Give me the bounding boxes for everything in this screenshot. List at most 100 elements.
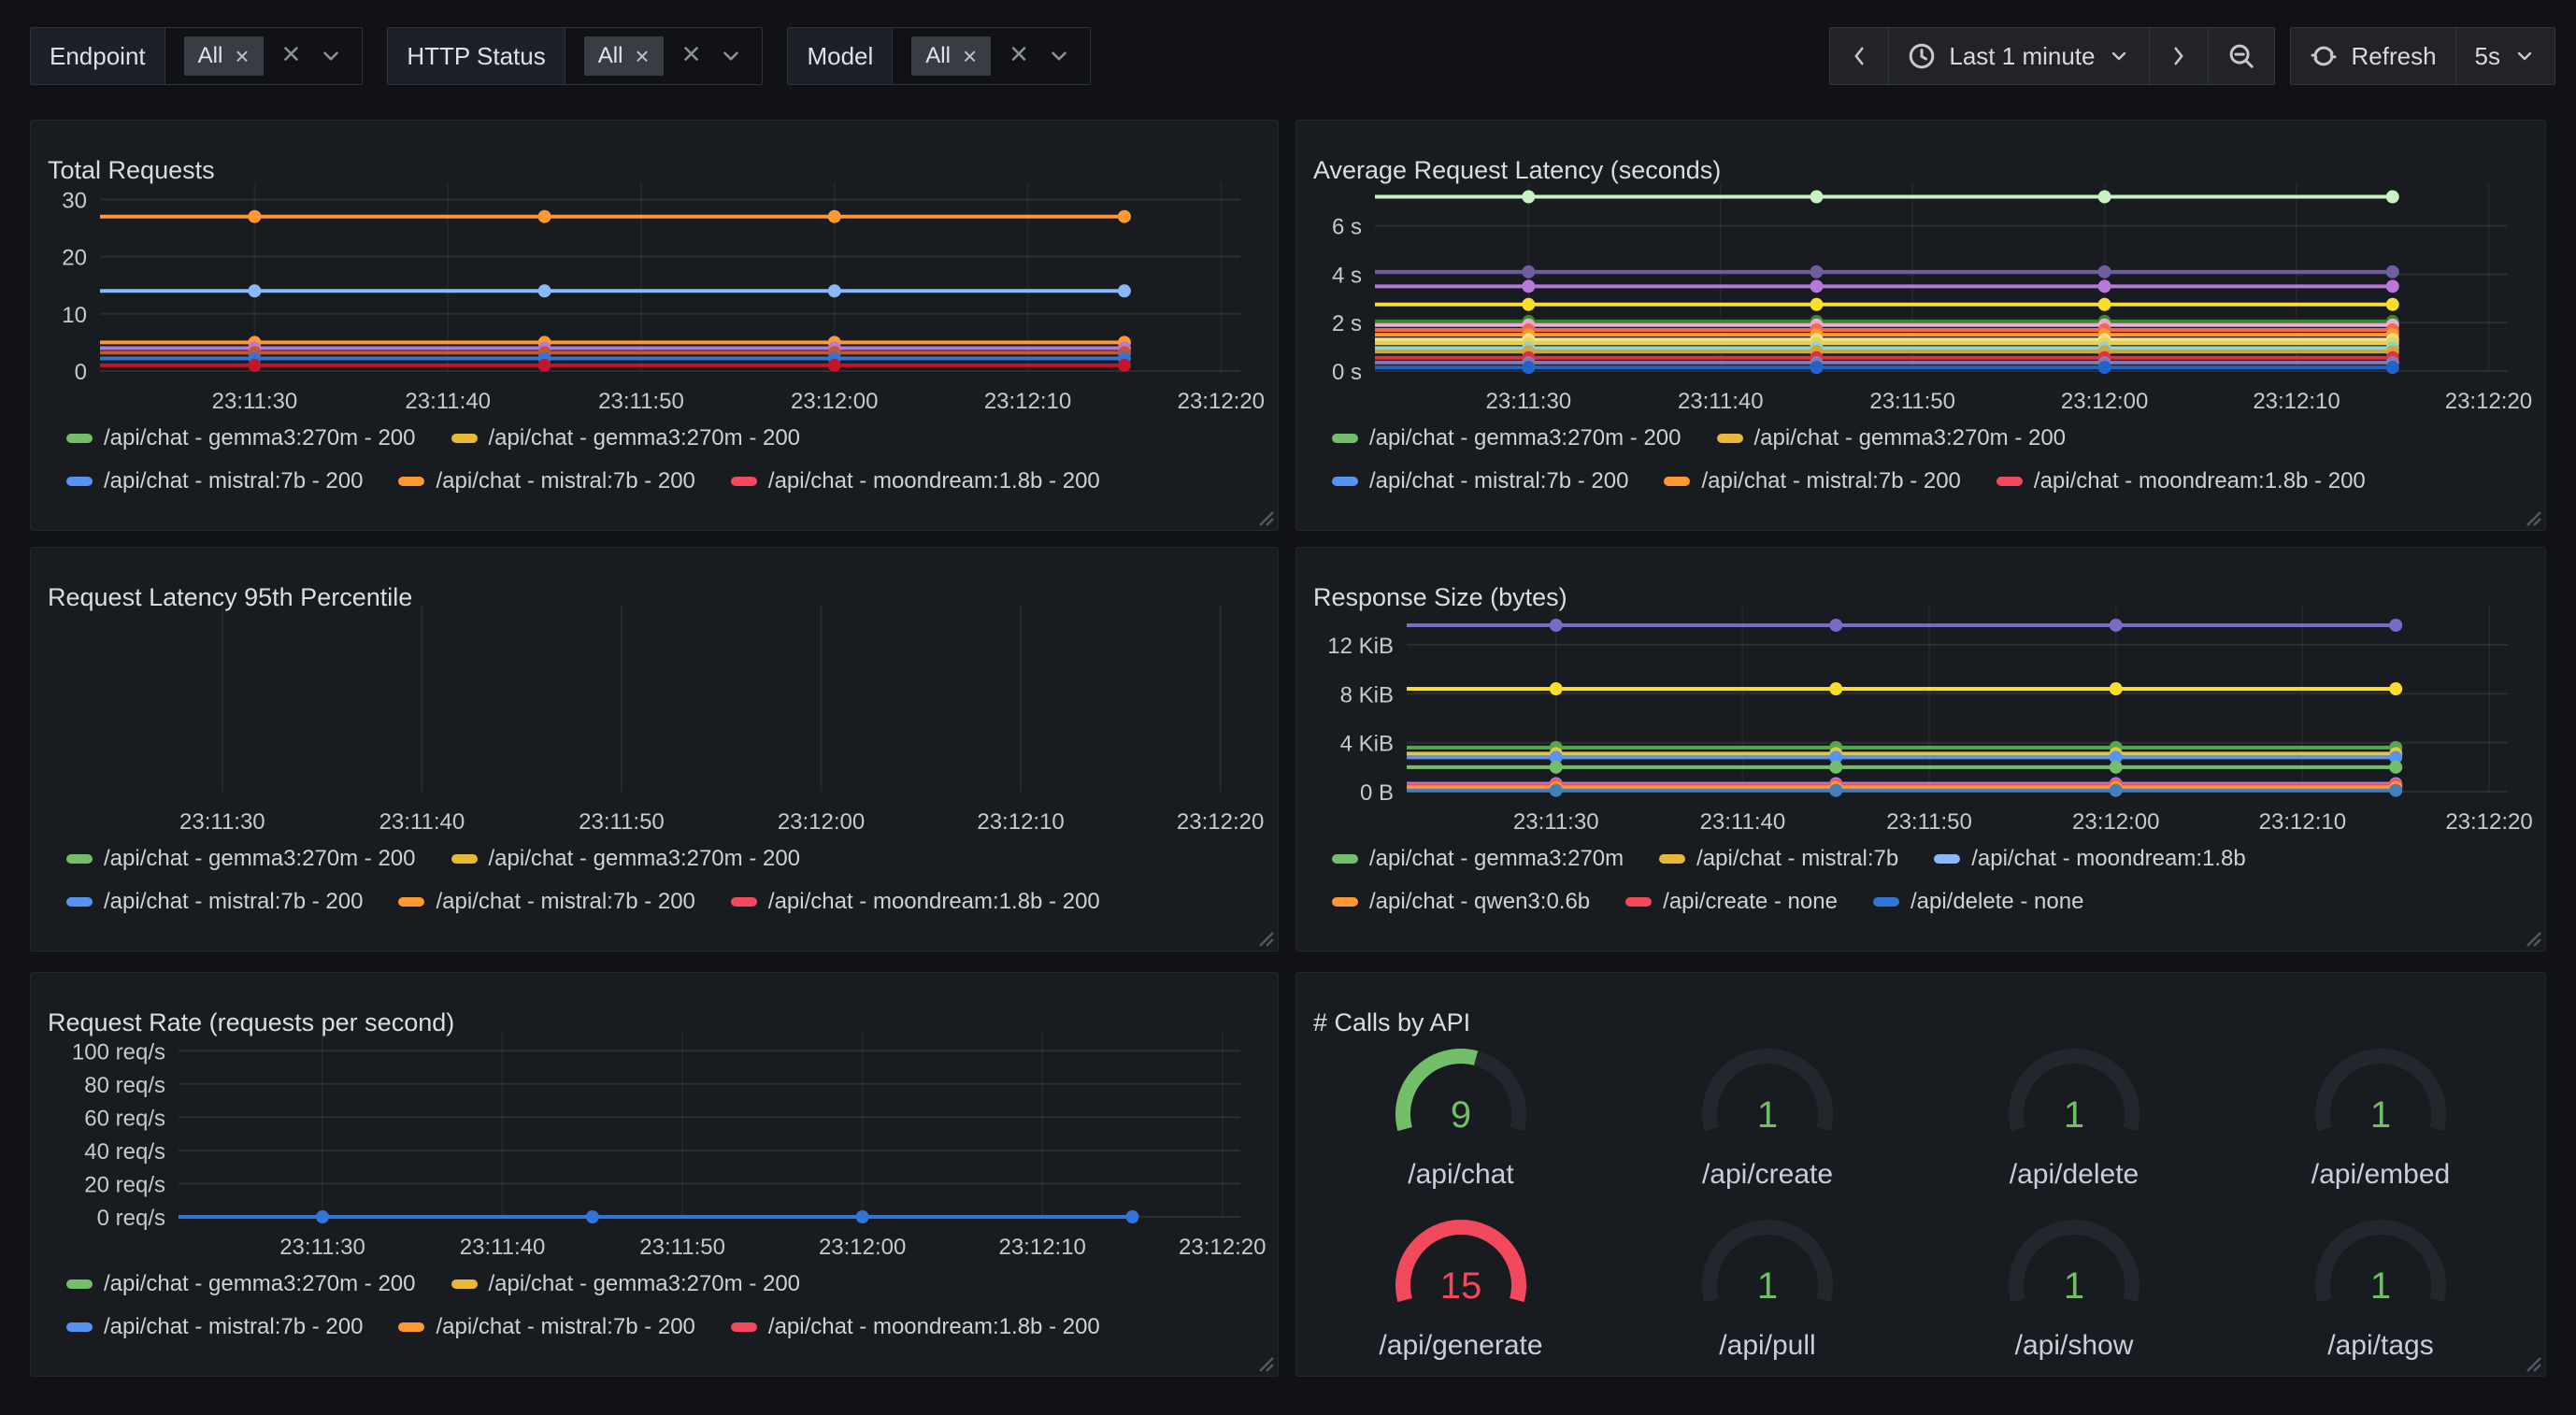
legend-item[interactable]: /api/chat - gemma3:270m [1332, 846, 1624, 872]
y-axis-tick-label: 30 [62, 188, 87, 213]
legend-item[interactable]: /api/chat - mistral:7b - 200 [398, 1314, 694, 1340]
panel-title[interactable]: Response Size (bytes) [1313, 583, 1567, 612]
series-point [1118, 210, 1131, 223]
legend-label: /api/chat - mistral:7b - 200 [1701, 468, 1960, 494]
legend-item[interactable]: /api/chat - moondream:1.8b [1934, 846, 2246, 872]
series-point [2386, 265, 2399, 279]
legend-item[interactable]: /api/chat - gemma3:270m - 200 [1717, 425, 2067, 451]
y-axis-tick-label: 0 req/s [97, 1206, 165, 1231]
legend-label: /api/chat - gemma3:270m - 200 [1369, 425, 1682, 451]
gauge-label: /api/chat [1408, 1159, 1513, 1191]
series-point [1522, 279, 1535, 293]
panel-title[interactable]: Request Latency 95th Percentile [48, 583, 412, 612]
legend-label: /api/chat - moondream:1.8b - 200 [768, 468, 1100, 494]
panel-resize-handle[interactable] [1254, 507, 1275, 527]
legend-item[interactable]: /api/chat - mistral:7b [1659, 846, 1898, 872]
chevron-down-icon[interactable] [719, 44, 743, 68]
panel-resize-handle[interactable] [1254, 927, 1275, 948]
series-point [2389, 682, 2402, 695]
chip-remove-icon[interactable]: × [235, 44, 249, 68]
series-point [2098, 361, 2111, 374]
gauge-arc: 9 [1363, 1030, 1559, 1159]
legend-item[interactable]: /api/chat - gemma3:270m - 200 [451, 1271, 801, 1297]
filter-endpoint-value[interactable]: All × × [165, 28, 363, 84]
legend-label: /api/chat - mistral:7b - 200 [1369, 468, 1628, 494]
filter-clear-icon[interactable]: × [682, 38, 701, 74]
panel-title[interactable]: Total Requests [48, 156, 215, 185]
panel-resize-handle[interactable] [2522, 507, 2542, 527]
legend-swatch [731, 897, 757, 907]
legend-item[interactable]: /api/chat - moondream:1.8b - 200 [731, 1314, 1100, 1340]
gauge-arc: 1 [1669, 1201, 1866, 1330]
x-axis-tick-label: 23:11:50 [579, 809, 665, 835]
gauge-api-show: 1/api/show [1921, 1196, 2227, 1367]
legend-label: /api/chat - moondream:1.8b - 200 [768, 1314, 1100, 1340]
legend-item[interactable]: /api/chat - mistral:7b - 200 [398, 889, 694, 915]
y-axis-tick-label: 0 B [1360, 780, 1394, 806]
legend-swatch [66, 1279, 93, 1289]
gauge-value: 9 [1451, 1094, 1471, 1136]
series-point [1118, 284, 1131, 297]
chevron-down-icon[interactable] [319, 44, 343, 68]
panel-title[interactable]: Request Rate (requests per second) [48, 1008, 454, 1037]
series-point [248, 284, 261, 297]
filter-clear-icon[interactable]: × [282, 38, 301, 74]
series-point [856, 1210, 869, 1223]
time-shift-back-button[interactable] [1829, 27, 1889, 85]
legend-label: /api/chat - qwen3:0.6b [1369, 889, 1590, 915]
gauge-label: /api/delete [2010, 1159, 2139, 1191]
legend-item[interactable]: /api/chat - mistral:7b - 200 [66, 468, 363, 494]
chip-remove-icon[interactable]: × [963, 44, 977, 68]
chip-remove-icon[interactable]: × [635, 44, 649, 68]
series-point [828, 284, 841, 297]
filter-http-status-chip[interactable]: All × [584, 36, 664, 76]
legend-item[interactable]: /api/chat - mistral:7b - 200 [66, 1314, 363, 1340]
time-range-picker-button[interactable]: Last 1 minute [1888, 27, 2150, 85]
legend-item[interactable]: /api/chat - gemma3:270m - 200 [66, 846, 416, 872]
refresh-interval-button[interactable]: 5s [2455, 27, 2555, 85]
series-point [828, 359, 841, 372]
dashboard-toolbar: Endpoint All × × HTTP Status All × [30, 26, 2555, 86]
x-axis-tick-label: 23:12:00 [2061, 389, 2148, 414]
legend-item[interactable]: /api/chat - moondream:1.8b - 200 [731, 468, 1100, 494]
legend-item[interactable]: /api/chat - gemma3:270m - 200 [1332, 425, 1682, 451]
series-point [2098, 191, 2111, 204]
gauge-label: /api/embed [2311, 1159, 2450, 1191]
legend-item[interactable]: /api/chat - mistral:7b - 200 [1332, 468, 1628, 494]
filter-model-value[interactable]: All × × [893, 28, 1090, 84]
panel-resize-handle[interactable] [2522, 1352, 2542, 1373]
series-point [538, 284, 551, 297]
filter-clear-icon[interactable]: × [1009, 38, 1028, 74]
x-axis-tick-label: 23:11:30 [279, 1235, 365, 1260]
panel-resize-handle[interactable] [2522, 927, 2542, 948]
legend-label: /api/chat - gemma3:270m - 200 [489, 846, 801, 872]
chevron-down-icon[interactable] [1047, 44, 1071, 68]
legend-item[interactable]: /api/chat - gemma3:270m - 200 [66, 1271, 416, 1297]
panel-title[interactable]: # Calls by API [1313, 1008, 1470, 1037]
legend-item[interactable]: /api/chat - moondream:1.8b - 200 [1996, 468, 2366, 494]
legend-item[interactable]: /api/delete - none [1873, 889, 2083, 915]
legend-item[interactable]: /api/chat - mistral:7b - 200 [398, 468, 694, 494]
series-point [1810, 279, 1823, 293]
zoom-out-button[interactable] [2208, 27, 2275, 85]
y-axis-tick-label: 20 [62, 246, 87, 271]
legend-item[interactable]: /api/chat - moondream:1.8b - 200 [731, 889, 1100, 915]
panel-title[interactable]: Average Request Latency (seconds) [1313, 156, 1721, 185]
legend-item[interactable]: /api/chat - mistral:7b - 200 [66, 889, 363, 915]
x-axis-tick-label: 23:12:20 [1179, 1235, 1266, 1260]
panel-resize-handle[interactable] [1254, 1352, 1275, 1373]
legend-item[interactable]: /api/chat - qwen3:0.6b [1332, 889, 1590, 915]
legend-item[interactable]: /api/chat - gemma3:270m - 200 [451, 846, 801, 872]
legend-item[interactable]: /api/chat - mistral:7b - 200 [1664, 468, 1960, 494]
legend-item[interactable]: /api/chat - gemma3:270m - 200 [451, 425, 801, 451]
gauge-grid: 9/api/chat1/api/create1/api/delete1/api/… [1308, 1025, 2534, 1366]
legend-item[interactable]: /api/chat - gemma3:270m - 200 [66, 425, 416, 451]
legend-item[interactable]: /api/create - none [1625, 889, 1838, 915]
filter-model-chip[interactable]: All × [911, 36, 991, 76]
refresh-button[interactable]: Refresh [2290, 27, 2455, 85]
time-shift-forward-button[interactable] [2149, 27, 2209, 85]
filter-http-status: HTTP Status All × × [387, 27, 763, 85]
filter-http-status-value[interactable]: All × × [565, 28, 763, 84]
legend-swatch [1625, 897, 1652, 907]
filter-endpoint-chip[interactable]: All × [184, 36, 264, 76]
